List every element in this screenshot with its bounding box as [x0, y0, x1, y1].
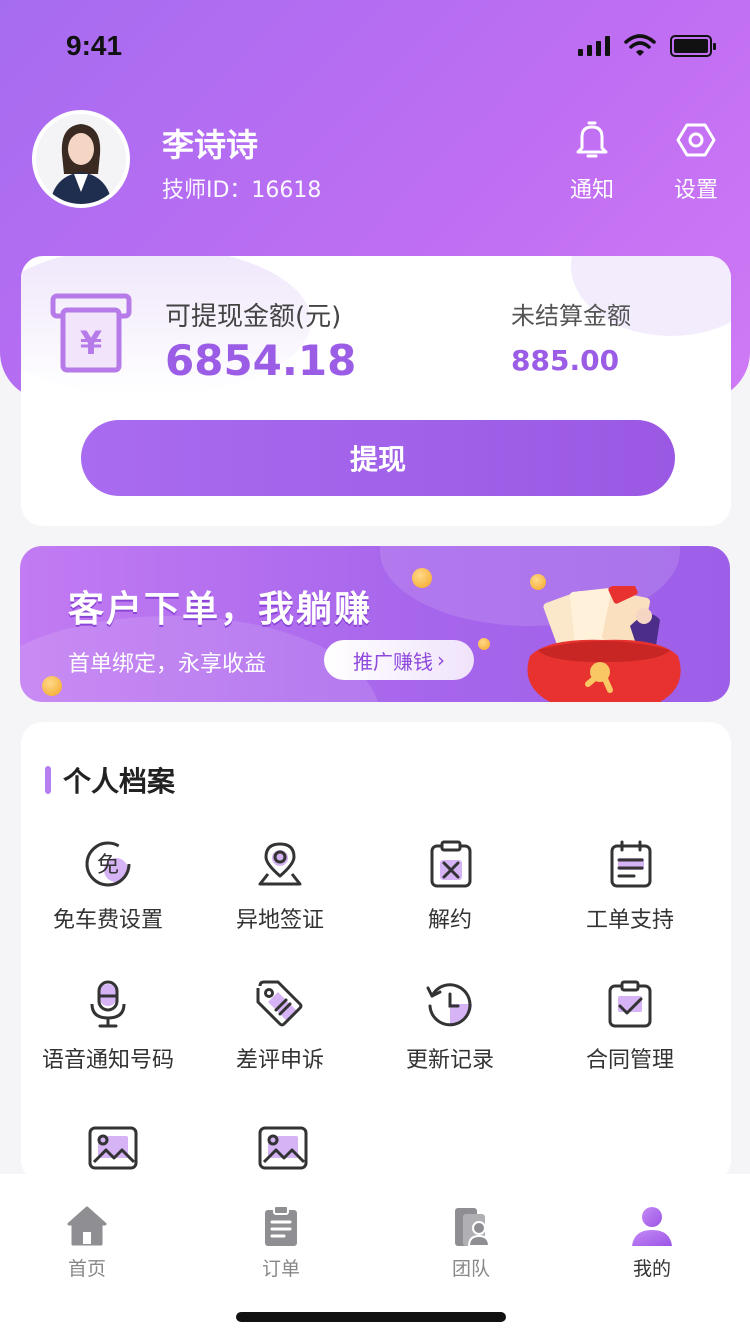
promo-button[interactable]: 推广赚钱 ›	[324, 640, 474, 680]
tab-label: 我的	[632, 1258, 671, 1280]
status-bar: 9:41	[0, 0, 750, 90]
user-id: 技师ID：16618	[162, 178, 322, 203]
wallet-card: ¥ 可提现金额(元) 6854.18 未结算金额 885.00 提现	[21, 256, 731, 526]
atm-yuan-icon: ¥	[50, 293, 132, 373]
settings-label: 设置	[673, 178, 718, 203]
location-pin-icon	[258, 842, 302, 886]
contract-check-icon	[608, 980, 652, 1028]
tab-label: 首页	[67, 1258, 106, 1280]
user-icon	[632, 1207, 672, 1246]
signal-icon	[578, 36, 610, 56]
tab-bar: 首页 订单 团队 我的	[0, 1174, 750, 1334]
cancel-contract-icon	[430, 840, 472, 888]
tab-team[interactable]: 团队	[421, 1204, 521, 1281]
promo-title: 客户下单，我躺赚	[68, 589, 373, 630]
order-doc-icon	[265, 1205, 297, 1246]
microphone-icon	[90, 980, 126, 1028]
svg-text:¥: ¥	[80, 324, 102, 362]
gear-icon	[676, 123, 716, 157]
section-title: 个人档案	[45, 760, 175, 800]
unsettled-amount: 885.00	[511, 344, 620, 377]
profile-item-cancel-contract[interactable]: 解约	[365, 838, 535, 934]
profile-item-label: 更新记录	[405, 1048, 494, 1073]
home-icon	[67, 1206, 107, 1246]
profile-item-label: 工单支持	[585, 908, 674, 933]
work-order-icon	[610, 840, 652, 888]
tab-mine[interactable]: 我的	[602, 1204, 702, 1281]
withdrawable-amount: 6854.18	[165, 336, 357, 385]
coin-icon	[478, 638, 490, 650]
status-time: 9:41	[66, 30, 123, 61]
profile-item-label: 合同管理	[585, 1048, 674, 1073]
section-title-label: 个人档案	[63, 765, 176, 798]
red-lucky-bag-icon	[527, 586, 681, 702]
section-bar	[45, 766, 51, 794]
promo-button-label: 推广赚钱	[353, 649, 433, 674]
profile-item-work-order[interactable]: 工单支持	[545, 838, 715, 934]
profile-item-free-fare[interactable]: 免 免车费设置	[23, 838, 193, 934]
image-icon	[258, 1126, 308, 1170]
image-icon	[88, 1126, 138, 1170]
profile-item-label: 免车费设置	[52, 908, 163, 933]
profile-item-remote-visa[interactable]: 异地签证	[195, 838, 365, 934]
promo-banner[interactable]: 客户下单，我躺赚 首单绑定，永享收益 推广赚钱 ›	[20, 546, 730, 702]
withdrawable-label: 可提现金额(元)	[165, 302, 342, 332]
promo-subtitle: 首单绑定，永享收益	[68, 652, 267, 677]
profile-item-contract-manage[interactable]: 合同管理	[545, 978, 715, 1074]
tab-orders[interactable]: 订单	[231, 1204, 331, 1281]
profile-card: 个人档案 免 免车费设置 异地签证 解约 工单支持 语音通知号码 差评申诉 更新…	[21, 722, 731, 1182]
user-name: 李诗诗	[162, 126, 259, 164]
team-icon	[455, 1208, 491, 1247]
coin-icon	[412, 568, 432, 588]
chevron-right-icon: ›	[437, 648, 445, 672]
tab-label: 团队	[451, 1258, 490, 1280]
profile-item-voice-number[interactable]: 语音通知号码	[23, 978, 193, 1074]
profile-item-label: 解约	[427, 908, 472, 933]
home-indicator	[236, 1312, 506, 1322]
tab-label: 订单	[261, 1258, 300, 1280]
coin-icon	[42, 676, 62, 696]
profile-item-bad-review-appeal[interactable]: 差评申诉	[195, 978, 365, 1074]
status-icons	[578, 34, 716, 58]
unsettled-label: 未结算金额	[511, 302, 631, 330]
battery-icon	[670, 35, 716, 57]
history-clock-icon	[426, 983, 472, 1027]
settings-button[interactable]: 设置	[666, 120, 726, 204]
wifi-icon	[624, 34, 656, 56]
notify-label: 通知	[569, 178, 614, 203]
tab-home[interactable]: 首页	[37, 1204, 137, 1281]
avatar[interactable]	[32, 110, 130, 208]
profile-item-label: 语音通知号码	[41, 1048, 174, 1073]
svg-text:免: 免	[97, 853, 119, 878]
profile-item-update-history[interactable]: 更新记录	[365, 978, 535, 1074]
withdraw-button[interactable]: 提现	[81, 420, 675, 496]
profile-item-label: 异地签证	[235, 908, 324, 933]
profile-item-label: 差评申诉	[235, 1048, 324, 1073]
free-fare-icon: 免	[85, 841, 131, 887]
bell-icon	[576, 121, 608, 158]
notify-button[interactable]: 通知	[562, 120, 622, 204]
tag-icon	[256, 980, 303, 1027]
